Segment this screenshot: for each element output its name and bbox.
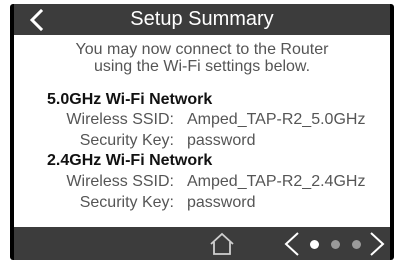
intro-text: You may now connect to the Router using … bbox=[14, 41, 390, 75]
key-label-5ghz: Security Key: bbox=[79, 132, 174, 149]
page-indicator bbox=[310, 240, 364, 250]
intro-line-2: using the Wi-Fi settings below. bbox=[93, 58, 311, 75]
key-value-24ghz: password bbox=[187, 194, 256, 211]
key-label-24ghz: Security Key: bbox=[79, 194, 174, 211]
chevron-right-icon bbox=[370, 232, 385, 256]
home-button[interactable] bbox=[208, 231, 236, 257]
page-dot-1 bbox=[310, 240, 319, 249]
summary-panel: You may now connect to the Router using … bbox=[14, 35, 390, 227]
next-page-button[interactable] bbox=[368, 231, 386, 257]
intro-line-1: You may now connect to the Router bbox=[75, 41, 329, 58]
ssid-value-24ghz: Amped_TAP-R2_2.4GHz bbox=[187, 173, 366, 190]
ssid-value-5ghz: Amped_TAP-R2_5.0GHz bbox=[187, 111, 366, 128]
page-dot-3 bbox=[352, 240, 361, 249]
device-screen: Setup Summary You may now connect to the… bbox=[10, 4, 394, 260]
network-5ghz-title: 5.0GHz Wi-Fi Network bbox=[47, 91, 213, 108]
ssid-label-24ghz: Wireless SSID: bbox=[66, 173, 174, 190]
page-dot-2 bbox=[331, 240, 340, 249]
home-icon bbox=[210, 232, 234, 255]
network-24ghz-title: 2.4GHz Wi-Fi Network bbox=[47, 152, 213, 169]
header-bar: Setup Summary bbox=[14, 4, 390, 35]
prev-page-button[interactable] bbox=[283, 231, 301, 257]
page-title: Setup Summary bbox=[130, 8, 274, 30]
ssid-label-5ghz: Wireless SSID: bbox=[66, 111, 174, 128]
key-value-5ghz: password bbox=[187, 132, 256, 149]
footer-bar bbox=[14, 227, 390, 260]
chevron-left-icon bbox=[284, 232, 299, 256]
